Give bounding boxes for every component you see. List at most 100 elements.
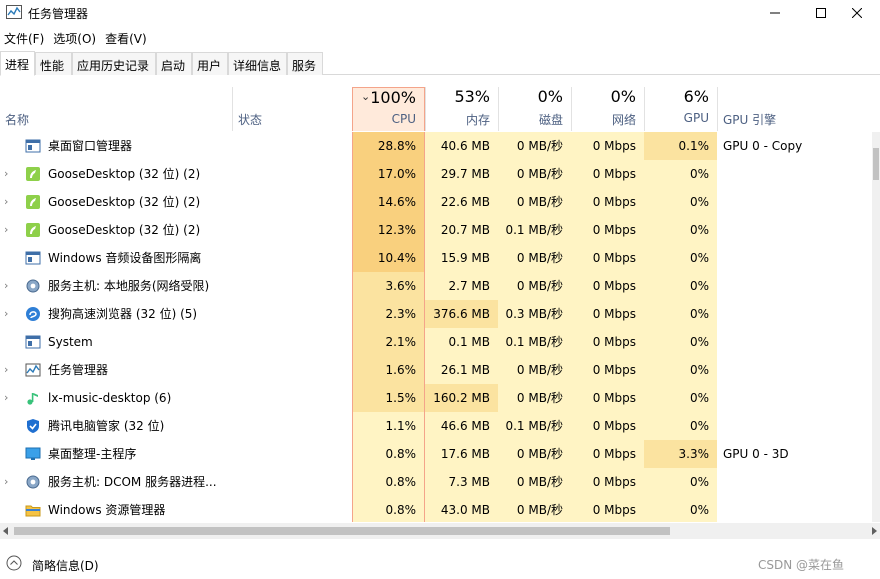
tab-app-history[interactable]: 应用历史记录 bbox=[72, 52, 156, 75]
tab-startup[interactable]: 启动 bbox=[156, 52, 192, 75]
chevron-right-icon[interactable]: › bbox=[4, 188, 16, 216]
disk-cell: 0 MB/秒 bbox=[498, 188, 571, 216]
cpu-cell: 14.6% bbox=[352, 188, 425, 216]
gpu-cell: 3.3% bbox=[644, 440, 717, 468]
window-icon bbox=[25, 251, 41, 265]
tab-performance[interactable]: 性能 bbox=[35, 52, 72, 75]
task-manager-icon bbox=[25, 363, 41, 377]
gpu-engine-cell: GPU 0 - 3D bbox=[723, 447, 789, 461]
goose-icon bbox=[26, 167, 40, 181]
memory-cell: 7.3 MB bbox=[425, 468, 498, 496]
horizontal-scrollbar[interactable] bbox=[0, 523, 880, 539]
tab-processes[interactable]: 进程 bbox=[0, 51, 35, 76]
process-row[interactable]: › GooseDesktop (32 位) (2) 12.3% 20.7 MB 0.1 … bbox=[0, 216, 872, 244]
menu-bar: 文件(F) 选项(O) 查看(V) bbox=[0, 27, 152, 49]
status-cell bbox=[232, 216, 352, 244]
memory-cell: 0.1 MB bbox=[425, 328, 498, 356]
menu-file[interactable]: 文件(F) bbox=[0, 27, 49, 49]
memory-cell: 2.7 MB bbox=[425, 272, 498, 300]
process-name: System bbox=[48, 335, 93, 349]
chevron-right-icon[interactable]: › bbox=[4, 384, 16, 412]
close-icon bbox=[852, 8, 862, 18]
process-name: 任务管理器 bbox=[48, 363, 109, 377]
process-row[interactable]: › 服务主机: DCOM 服务器进程... 0.8% 7.3 MB 0 MB/秒 0 Mb… bbox=[0, 468, 872, 496]
column-network[interactable]: 0% 网络 bbox=[571, 87, 644, 131]
status-cell bbox=[232, 440, 352, 468]
column-status[interactable]: 状态 bbox=[232, 87, 352, 131]
process-row[interactable]: › 任务管理器 1.6% 26.1 MB 0 MB/秒 0 Mbps 0% bbox=[0, 356, 872, 384]
process-row[interactable]: 腾讯电脑管家 (32 位) 1.1% 46.6 MB 0.1 MB/秒 0 Mbps 0% bbox=[0, 412, 872, 440]
process-row[interactable]: Windows 资源管理器 0.8% 43.0 MB 0 MB/秒 0 Mbps 0% bbox=[0, 496, 872, 522]
chevron-right-icon[interactable]: › bbox=[4, 468, 16, 496]
column-memory[interactable]: 53% 内存 bbox=[425, 87, 498, 131]
menu-options[interactable]: 选项(O) bbox=[49, 27, 101, 49]
tab-services[interactable]: 服务 bbox=[287, 52, 323, 75]
chevron-right-icon[interactable]: › bbox=[4, 356, 16, 384]
tab-details[interactable]: 详细信息 bbox=[228, 52, 287, 75]
column-gpu-engine[interactable]: GPU 引擎 bbox=[717, 87, 872, 131]
chevron-right-icon[interactable]: › bbox=[4, 300, 16, 328]
chevron-right-icon[interactable]: › bbox=[4, 160, 16, 188]
process-row[interactable]: › 服务主机: 本地服务(网络受限) 3.6% 2.7 MB 0 MB/秒 0 Mbps 0… bbox=[0, 272, 872, 300]
cpu-cell: 10.4% bbox=[352, 244, 425, 272]
gpu-engine-cell bbox=[723, 496, 872, 522]
disk-cell: 0 MB/秒 bbox=[498, 440, 571, 468]
column-cpu[interactable]: ⌄ 100% CPU bbox=[352, 87, 425, 131]
chevron-right-icon[interactable]: › bbox=[4, 216, 16, 244]
gear-icon bbox=[26, 279, 40, 293]
goose-icon bbox=[26, 195, 40, 209]
status-cell bbox=[232, 300, 352, 328]
watermark: CSDN @菜在鱼 bbox=[758, 558, 845, 572]
network-cell: 0 Mbps bbox=[571, 244, 644, 272]
status-cell bbox=[232, 188, 352, 216]
process-row[interactable]: System 2.1% 0.1 MB 0.1 MB/秒 0 Mbps 0% bbox=[0, 328, 872, 356]
network-cell: 0 Mbps bbox=[571, 412, 644, 440]
network-cell: 0 Mbps bbox=[571, 356, 644, 384]
process-name: 腾讯电脑管家 (32 位) bbox=[48, 419, 165, 433]
tab-users[interactable]: 用户 bbox=[192, 52, 228, 75]
vertical-scroll-thumb[interactable] bbox=[873, 148, 879, 180]
maximize-icon bbox=[816, 8, 826, 18]
chevron-right-icon[interactable]: › bbox=[4, 272, 16, 300]
process-row[interactable]: › lx-music-desktop (6) 1.5% 160.2 MB 0 MB/秒 0… bbox=[0, 384, 872, 412]
process-row[interactable]: › 搜狗高速浏览器 (32 位) (5) 2.3% 376.6 MB 0.3 MB/秒 0… bbox=[0, 300, 872, 328]
process-row[interactable]: Windows 音频设备图形隔离 10.4% 15.9 MB 0 MB/秒 0 Mbps… bbox=[0, 244, 872, 272]
vertical-scrollbar[interactable] bbox=[872, 132, 880, 522]
status-cell bbox=[232, 328, 352, 356]
gpu-engine-cell bbox=[723, 300, 872, 328]
gpu-cell: 0.1% bbox=[644, 132, 717, 160]
cpu-cell: 1.6% bbox=[352, 356, 425, 384]
gpu-engine-cell bbox=[723, 272, 872, 300]
column-disk[interactable]: 0% 磁盘 bbox=[498, 87, 571, 131]
memory-total: 53% bbox=[454, 87, 490, 106]
network-cell: 0 Mbps bbox=[571, 496, 644, 522]
close-button[interactable] bbox=[834, 0, 880, 26]
minimize-button[interactable] bbox=[752, 0, 798, 26]
menu-view[interactable]: 查看(V) bbox=[101, 27, 152, 49]
gpu-engine-cell bbox=[723, 216, 872, 244]
process-row[interactable]: 桌面整理-主程序 0.8% 17.6 MB 0 MB/秒 0 Mbps 3.3% GPU 0… bbox=[0, 440, 872, 468]
gpu-cell: 0% bbox=[644, 272, 717, 300]
process-name: 服务主机: 本地服务(网络受限) bbox=[48, 279, 210, 293]
memory-cell: 20.7 MB bbox=[425, 216, 498, 244]
shield-icon bbox=[27, 419, 39, 433]
cpu-cell: 0.8% bbox=[352, 468, 425, 496]
cpu-cell: 2.1% bbox=[352, 328, 425, 356]
process-name: 桌面整理-主程序 bbox=[48, 447, 137, 461]
gpu-cell: 0% bbox=[644, 188, 717, 216]
process-row[interactable]: 桌面窗口管理器 28.8% 40.6 MB 0 MB/秒 0 Mbps 0.1% GPU 0… bbox=[0, 132, 872, 160]
network-cell: 0 Mbps bbox=[571, 216, 644, 244]
horizontal-scroll-thumb[interactable] bbox=[14, 527, 670, 535]
scroll-left-icon[interactable] bbox=[2, 527, 10, 535]
window-title: 任务管理器 bbox=[28, 7, 89, 21]
scroll-right-icon[interactable] bbox=[870, 527, 878, 535]
process-row[interactable]: › GooseDesktop (32 位) (2) 14.6% 22.6 MB 0 MB… bbox=[0, 188, 872, 216]
process-name: 服务主机: DCOM 服务器进程... bbox=[48, 475, 217, 489]
gpu-cell: 0% bbox=[644, 496, 717, 522]
column-name[interactable]: 名称 bbox=[0, 87, 232, 131]
column-gpu[interactable]: 6% GPU bbox=[644, 87, 717, 131]
window-icon bbox=[25, 335, 41, 349]
cpu-cell: 1.5% bbox=[352, 384, 425, 412]
process-row[interactable]: › GooseDesktop (32 位) (2) 17.0% 29.7 MB 0 MB… bbox=[0, 160, 872, 188]
process-name: Windows 资源管理器 bbox=[48, 503, 166, 517]
